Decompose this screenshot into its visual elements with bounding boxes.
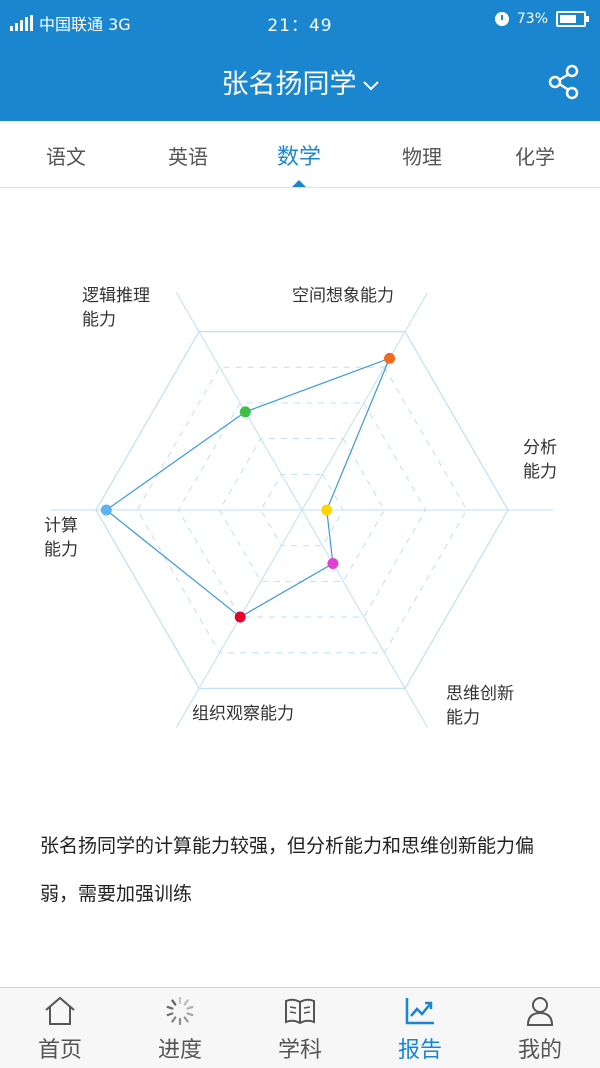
book-icon xyxy=(284,996,316,1026)
nav-profile-label: 我的 xyxy=(517,1038,562,1063)
radar-axis-label-4: 组织观察能力 xyxy=(192,702,294,726)
radar-axis-label-6: 逻辑推理 能力 xyxy=(82,284,150,332)
nav-progress[interactable]: 进度 xyxy=(120,988,240,1068)
tab-chemistry[interactable]: 化学 xyxy=(515,141,555,170)
nav-home-label: 首页 xyxy=(37,1038,82,1063)
app-header: 张名扬同学 xyxy=(0,44,600,121)
radar-point-4 xyxy=(234,611,246,623)
ability-summary: 张名扬同学的计算能力较强，但分析能力和思维创新能力偏弱，需要加强训练 xyxy=(40,835,535,905)
nav-subjects-label: 学科 xyxy=(277,1038,322,1063)
radar-axis-label-line: 能力 xyxy=(446,708,480,728)
tab-math[interactable]: 数学 xyxy=(277,139,321,171)
nav-profile[interactable]: 我的 xyxy=(480,988,600,1068)
nav-progress-label: 进度 xyxy=(157,1038,202,1063)
radar-axis-label-line: 能力 xyxy=(523,462,557,482)
radar-point-2 xyxy=(321,504,333,516)
radar-axis-label-line: 能力 xyxy=(82,310,116,330)
tab-physics[interactable]: 物理 xyxy=(402,141,442,170)
nav-subjects[interactable]: 学科 xyxy=(240,988,360,1068)
radar-axis-label-1: 空间想象能力 xyxy=(292,284,394,308)
student-selector[interactable]: 张名扬同学 xyxy=(0,62,600,101)
alarm-icon xyxy=(494,12,509,26)
radar-point-1 xyxy=(384,352,396,364)
radar-axis-label-2: 分析 能力 xyxy=(523,436,557,484)
radar-axis-label-line: 逻辑推理 xyxy=(82,286,150,306)
share-icon[interactable] xyxy=(548,64,580,100)
status-bar: 中国联通 3G 21：49 73% xyxy=(0,0,600,44)
radar-axis-label-line: 分析 xyxy=(523,438,557,458)
page-title: 张名扬同学 xyxy=(221,69,357,100)
nav-home[interactable]: 首页 xyxy=(0,988,120,1068)
radar-axis-label-line: 计算 xyxy=(44,516,78,536)
chevron-down-icon xyxy=(362,75,379,96)
status-right: 73% xyxy=(494,11,589,27)
nav-report[interactable]: 报告 xyxy=(360,988,480,1068)
progress-spinner-icon xyxy=(164,996,196,1026)
nav-report-label: 报告 xyxy=(397,1038,442,1063)
tab-english[interactable]: 英语 xyxy=(168,141,208,170)
radar-axis-label-line: 思维创新 xyxy=(446,684,514,704)
battery-percent: 73% xyxy=(516,11,548,27)
radar-axis-label-3: 思维创新 能力 xyxy=(446,682,514,730)
bottom-nav: 首页 进度 学科 报告 我的 xyxy=(0,987,600,1068)
chart-icon xyxy=(404,996,436,1026)
radar-axis-label-line: 空间想象能力 xyxy=(292,286,394,306)
battery-icon xyxy=(556,11,589,27)
radar-axis-label-5: 计算 能力 xyxy=(44,514,78,562)
subject-tabs: 语文 英语 数学 物理 化学 xyxy=(0,121,600,188)
radar-axis-label-line: 能力 xyxy=(44,540,78,560)
home-icon xyxy=(44,996,76,1026)
active-tab-indicator xyxy=(292,180,306,187)
radar-point-6 xyxy=(239,406,251,418)
radar-data-polygon xyxy=(105,357,391,618)
tab-chinese[interactable]: 语文 xyxy=(46,141,86,170)
radar-point-5 xyxy=(100,504,112,516)
radar-point-3 xyxy=(327,558,339,570)
radar-axis-label-line: 组织观察能力 xyxy=(192,704,294,724)
user-icon xyxy=(524,996,556,1026)
